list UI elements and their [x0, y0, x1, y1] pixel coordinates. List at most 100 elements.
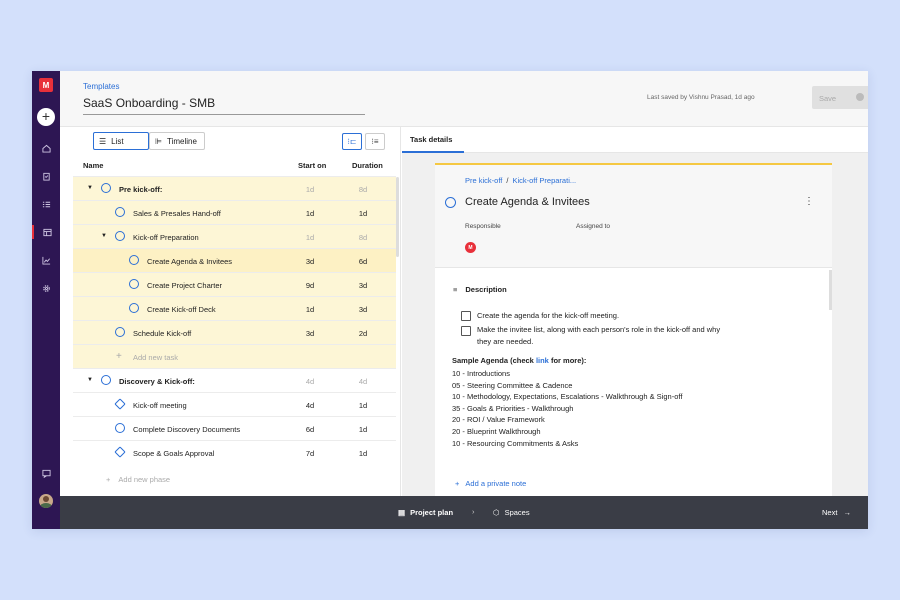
description-icon: ≡	[453, 285, 458, 294]
table-row[interactable]: Scope & Goals Approval 7d 1d	[73, 440, 396, 464]
breadcrumb-phase[interactable]: Pre kick-off	[465, 176, 502, 185]
task-circle-icon[interactable]	[129, 279, 139, 289]
caret-down-icon[interactable]: ▼	[101, 233, 107, 239]
table-row[interactable]: Create Kick-off Deck 1d 3d	[73, 296, 396, 320]
sample-agenda-heading: Sample Agenda (check link for more):	[452, 356, 586, 365]
assigned-to-label: Assigned to	[576, 223, 610, 230]
row-start: 6d	[305, 425, 315, 434]
task-circle-icon[interactable]	[115, 423, 125, 433]
responsible-label: Responsible	[465, 223, 501, 230]
agenda-link[interactable]: link	[536, 356, 549, 365]
spaces-step[interactable]: ⬡ Spaces	[493, 508, 530, 517]
row-duration: 4d	[358, 377, 368, 386]
milestone-diamond-icon[interactable]	[114, 398, 126, 410]
row-start: 9d	[305, 281, 315, 290]
phase-circle-icon[interactable]	[101, 183, 111, 193]
breadcrumb[interactable]: Templates	[83, 82, 119, 91]
project-plan-label: Project plan	[410, 508, 454, 517]
more-options-icon[interactable]: ⋮	[804, 196, 814, 207]
task-title[interactable]: Create Agenda & Invitees	[465, 196, 590, 208]
templates-icon[interactable]	[32, 225, 60, 239]
home-icon[interactable]	[32, 141, 60, 155]
next-button[interactable]: Next →	[822, 508, 851, 517]
task-status-icon[interactable]	[445, 197, 456, 208]
task-list-pane: ☰ List ⊫ Timeline ⁝⊏ ⁝≡ Name Start on Du…	[60, 127, 401, 496]
checkbox[interactable]	[461, 326, 471, 336]
table-row[interactable]: Create Project Charter 9d 3d	[73, 272, 396, 296]
task-details-pane: Task details Pre kick-off / Kick-off Prepa…	[402, 127, 868, 496]
task-breadcrumb: Pre kick-off / Kick-off Preparati...	[465, 176, 576, 185]
numbered-list-icon: ⁝≡	[371, 137, 379, 146]
add-task-row[interactable]: + Add new task	[73, 344, 396, 368]
col-start[interactable]: Start on	[298, 161, 326, 170]
clipboard-icon[interactable]	[32, 169, 60, 183]
task-circle-icon[interactable]	[115, 231, 125, 241]
table-row[interactable]: ▼ Kick-off Preparation 1d 8d	[73, 224, 396, 248]
row-name: Kick-off meeting	[133, 401, 187, 410]
col-duration[interactable]: Duration	[352, 161, 383, 170]
chevron-right-icon: ›	[472, 507, 475, 516]
row-name: Pre kick-off:	[119, 185, 163, 194]
col-name[interactable]: Name	[83, 161, 103, 170]
tab-task-details[interactable]: Task details	[402, 127, 464, 153]
row-start: 1d	[305, 209, 315, 218]
checkbox[interactable]	[461, 311, 471, 321]
task-circle-icon[interactable]	[129, 255, 139, 265]
milestone-diamond-icon[interactable]	[114, 446, 126, 458]
caret-down-icon[interactable]: ▼	[87, 377, 93, 383]
scrollbar[interactable]	[829, 270, 832, 310]
chat-icon[interactable]	[32, 466, 60, 480]
last-saved-text: Last saved by Vishnu Prasad, 1d ago	[647, 94, 755, 101]
numbered-view-button[interactable]: ⁝≡	[365, 133, 385, 150]
next-label: Next	[822, 508, 838, 517]
task-circle-icon[interactable]	[115, 207, 125, 217]
analytics-icon[interactable]	[32, 253, 60, 267]
calendar-icon: ▤	[398, 508, 406, 517]
row-start: 1d	[305, 185, 315, 194]
table-row[interactable]: Schedule Kick-off 3d 2d	[73, 320, 396, 344]
page-title[interactable]: SaaS Onboarding - SMB	[83, 96, 365, 115]
indent-icon: ⁝⊏	[347, 137, 357, 146]
indent-view-button[interactable]: ⁝⊏	[342, 133, 362, 150]
save-button[interactable]: Save	[812, 86, 868, 109]
globe-icon[interactable]	[856, 93, 864, 101]
plus-icon: +	[116, 351, 122, 362]
checklist-icon[interactable]	[32, 197, 60, 211]
hexagon-icon: ⬡	[493, 508, 500, 517]
logo-icon[interactable]: M	[39, 78, 53, 92]
caret-down-icon[interactable]: ▼	[87, 185, 93, 191]
breadcrumb-parent[interactable]: Kick-off Preparati...	[512, 176, 576, 185]
add-phase-row[interactable]: + Add new phase	[106, 475, 170, 484]
phase-row[interactable]: ▼ Pre kick-off: 1d 8d	[73, 176, 396, 200]
agenda-item: 10 - Introductions	[452, 369, 510, 378]
sample-agenda-prefix: Sample Agenda (check	[452, 356, 534, 365]
add-button[interactable]: +	[37, 108, 55, 126]
settings-icon[interactable]	[32, 281, 60, 295]
responsible-avatar[interactable]: M	[465, 242, 476, 253]
task-circle-icon[interactable]	[115, 327, 125, 337]
description-header: ≡ Description	[453, 285, 507, 294]
phase-circle-icon[interactable]	[101, 375, 111, 385]
row-start: 1d	[305, 233, 315, 242]
row-duration: 2d	[358, 329, 368, 338]
scrollbar[interactable]	[396, 177, 399, 257]
table-row[interactable]: Complete Discovery Documents 6d 1d	[73, 416, 396, 440]
page-header: Templates SaaS Onboarding - SMB Last sav…	[60, 71, 868, 127]
agenda-item: 10 - Resourcing Commitments & Asks	[452, 438, 579, 448]
row-start: 1d	[305, 305, 315, 314]
table-row-selected[interactable]: Create Agenda & Invitees 3d 6d	[73, 248, 396, 272]
save-label: Save	[819, 94, 837, 103]
view-toggle-timeline[interactable]: ⊫ Timeline	[149, 132, 205, 150]
task-circle-icon[interactable]	[129, 303, 139, 313]
table-row[interactable]: Kick-off meeting 4d 1d	[73, 392, 396, 416]
phase-row[interactable]: ▼ Discovery & Kick-off: 4d 4d	[73, 368, 396, 392]
view-toggle-list[interactable]: ☰ List	[93, 132, 149, 150]
table-row[interactable]: Sales & Presales Hand-off 1d 1d	[73, 200, 396, 224]
plus-icon: +	[106, 475, 111, 484]
agenda-item: 10 - Methodology, Expectations, Escalati…	[452, 392, 683, 402]
project-plan-step[interactable]: ▤ Project plan	[398, 508, 453, 517]
list-label: List	[111, 136, 124, 146]
sample-agenda-suffix: for more):	[550, 356, 587, 365]
add-private-note[interactable]: + Add a private note	[455, 479, 526, 488]
avatar[interactable]	[39, 494, 53, 508]
